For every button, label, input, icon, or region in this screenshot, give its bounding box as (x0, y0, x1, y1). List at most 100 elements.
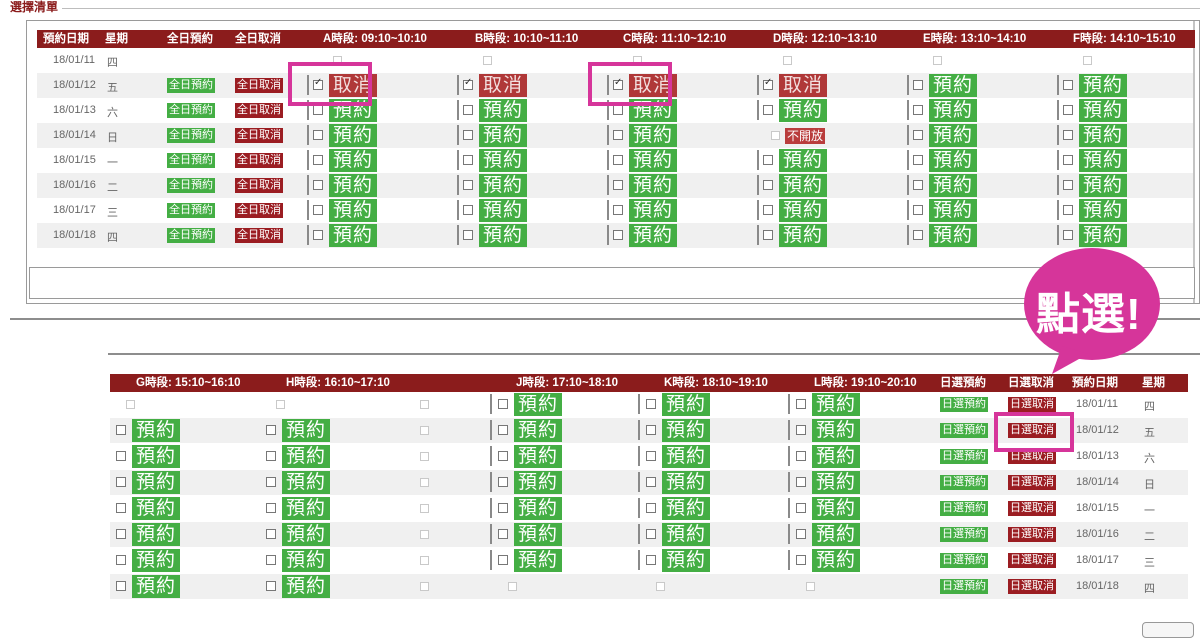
reserve-button[interactable]: 預約 (779, 224, 828, 247)
reserve-button[interactable]: 預約 (329, 224, 378, 247)
day-reserve-button[interactable]: 日選預約 (940, 501, 988, 516)
reserve-button[interactable]: 預約 (514, 523, 563, 546)
all-day-reserve-button[interactable]: 全日預約 (167, 103, 215, 118)
reserve-button[interactable]: 預約 (629, 149, 678, 172)
slot-checkbox[interactable] (266, 529, 276, 539)
slot-checkbox[interactable] (266, 477, 276, 487)
slot-checkbox[interactable] (498, 529, 508, 539)
slot-checkbox[interactable] (763, 230, 773, 240)
reserve-button[interactable]: 預約 (1079, 174, 1128, 197)
reserve-button[interactable]: 預約 (929, 124, 978, 147)
slot-checkbox[interactable] (913, 130, 923, 140)
slot-checkbox[interactable] (420, 504, 429, 513)
reserve-button[interactable]: 預約 (282, 445, 331, 468)
reserve-button[interactable]: 預約 (929, 174, 978, 197)
all-day-reserve-button[interactable]: 全日預約 (167, 153, 215, 168)
slot-checkbox[interactable] (796, 529, 806, 539)
reserve-button[interactable]: 預約 (929, 199, 978, 222)
reserve-button[interactable]: 預約 (929, 74, 978, 97)
reserve-button[interactable]: 預約 (1079, 224, 1128, 247)
slot-checkbox[interactable] (420, 556, 429, 565)
reserve-button[interactable]: 預約 (629, 199, 678, 222)
slot-checkbox[interactable] (796, 477, 806, 487)
slot-checkbox[interactable] (613, 205, 623, 215)
slot-checkbox[interactable] (313, 105, 323, 115)
slot-checkbox[interactable] (913, 105, 923, 115)
reserve-button[interactable]: 預約 (329, 149, 378, 172)
reserve-button[interactable]: 預約 (812, 497, 861, 520)
slot-checkbox[interactable] (656, 582, 665, 591)
slot-checkbox[interactable] (913, 80, 923, 90)
slot-checkbox[interactable] (116, 503, 126, 513)
reserve-button[interactable]: 預約 (1079, 199, 1128, 222)
slot-checkbox[interactable] (1063, 130, 1073, 140)
reserve-button[interactable]: 預約 (779, 99, 828, 122)
reserve-button[interactable]: 預約 (132, 445, 181, 468)
reserve-button[interactable]: 預約 (929, 99, 978, 122)
slot-checkbox[interactable] (763, 105, 773, 115)
slot-checkbox[interactable] (806, 582, 815, 591)
all-day-reserve-button[interactable]: 全日預約 (167, 178, 215, 193)
reserve-button[interactable]: 預約 (1079, 124, 1128, 147)
day-cancel-button[interactable]: 日選取消 (1008, 527, 1056, 542)
reserve-button[interactable]: 預約 (779, 174, 828, 197)
slot-checkbox[interactable] (116, 529, 126, 539)
reserve-button[interactable]: 預約 (662, 497, 711, 520)
reserve-button[interactable]: 預約 (514, 419, 563, 442)
scrollbar[interactable] (1193, 21, 1195, 303)
reserve-button[interactable]: 預約 (282, 419, 331, 442)
slot-checkbox[interactable] (913, 230, 923, 240)
slot-checkbox[interactable] (646, 451, 656, 461)
day-cancel-button[interactable]: 日選取消 (1008, 397, 1056, 412)
slot-checkbox[interactable] (613, 230, 623, 240)
reserve-button[interactable]: 預約 (1079, 149, 1128, 172)
reserve-button[interactable]: 預約 (812, 419, 861, 442)
slot-checkbox[interactable] (613, 155, 623, 165)
slot-checkbox[interactable] (463, 155, 473, 165)
reserve-button[interactable]: 預約 (514, 393, 563, 416)
slot-checkbox[interactable] (508, 582, 517, 591)
reserve-button[interactable]: 預約 (779, 149, 828, 172)
reserve-button[interactable]: 預約 (132, 549, 181, 572)
slot-checkbox[interactable] (116, 477, 126, 487)
slot-checkbox[interactable] (463, 230, 473, 240)
day-cancel-button[interactable]: 日選取消 (1008, 553, 1056, 568)
day-reserve-button[interactable]: 日選預約 (940, 397, 988, 412)
reserve-button[interactable]: 預約 (479, 174, 528, 197)
slot-checkbox[interactable] (763, 205, 773, 215)
slot-checkbox[interactable] (913, 205, 923, 215)
reserve-button[interactable]: 預約 (282, 575, 331, 598)
reserve-button[interactable]: 預約 (812, 523, 861, 546)
slot-checkbox[interactable] (266, 425, 276, 435)
day-cancel-button[interactable]: 日選取消 (1008, 579, 1056, 594)
reserve-button[interactable]: 預約 (812, 549, 861, 572)
slot-checkbox[interactable] (483, 56, 492, 65)
reserve-button[interactable]: 預約 (132, 523, 181, 546)
reserve-button[interactable]: 預約 (329, 124, 378, 147)
reserve-button[interactable]: 預約 (662, 471, 711, 494)
slot-checkbox[interactable] (463, 77, 473, 90)
day-reserve-button[interactable]: 日選預約 (940, 449, 988, 464)
slot-checkbox[interactable] (498, 425, 508, 435)
all-day-cancel-button[interactable]: 全日取消 (235, 103, 283, 118)
day-reserve-button[interactable]: 日選預約 (940, 423, 988, 438)
reserve-button[interactable]: 預約 (282, 549, 331, 572)
slot-checkbox[interactable] (646, 425, 656, 435)
slot-checkbox[interactable] (1063, 180, 1073, 190)
slot-checkbox[interactable] (498, 477, 508, 487)
slot-checkbox[interactable] (498, 399, 508, 409)
slot-checkbox[interactable] (1063, 205, 1073, 215)
slot-checkbox[interactable] (463, 205, 473, 215)
slot-checkbox[interactable] (1083, 56, 1092, 65)
reserve-button[interactable]: 預約 (629, 174, 678, 197)
slot-checkbox[interactable] (646, 555, 656, 565)
reserve-button[interactable]: 預約 (662, 523, 711, 546)
reserve-button[interactable]: 預約 (779, 199, 828, 222)
slot-checkbox[interactable] (646, 399, 656, 409)
slot-checkbox[interactable] (498, 555, 508, 565)
slot-checkbox[interactable] (463, 105, 473, 115)
all-day-reserve-button[interactable]: 全日預約 (167, 228, 215, 243)
all-day-cancel-button[interactable]: 全日取消 (235, 203, 283, 218)
all-day-cancel-button[interactable]: 全日取消 (235, 128, 283, 143)
slot-checkbox[interactable] (646, 477, 656, 487)
